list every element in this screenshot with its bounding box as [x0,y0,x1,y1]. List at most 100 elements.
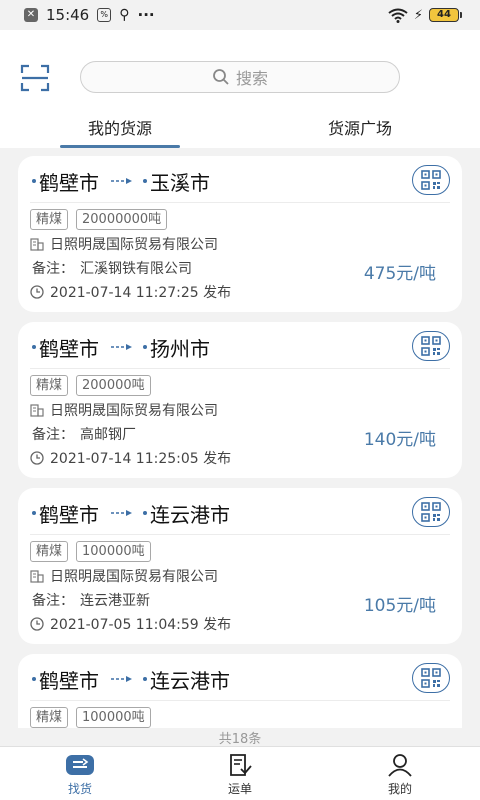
destination-city: 连云港市 [150,502,230,527]
tag-product: 精煤 [30,375,69,396]
note-row: 备注： 高邮钢厂 [32,424,136,444]
note-label: 备注： [32,593,74,609]
clock-icon [30,451,44,465]
truck-icon [66,755,94,775]
goods-list[interactable]: 鹤壁市 玉溪市 精煤 20000000吨 日照明晟国际贸易有限公司 备注： 汇溪… [0,148,480,728]
origin-dot [32,345,36,349]
nav-profile-label: 我的 [387,782,412,796]
qr-code-icon [421,502,441,522]
note-label: 备注： [32,427,74,443]
battery-level: 44 [429,8,459,22]
profile-icon [388,754,412,777]
origin-city: 鹤壁市 [39,668,99,693]
destination-city: 连云港市 [150,668,230,693]
charging-icon: ⚡ [413,7,423,23]
scan-button[interactable] [20,64,50,92]
origin-city: 鹤壁市 [39,170,99,195]
tag-product: 精煤 [30,541,69,562]
more-notifications-icon: ··· [137,6,155,24]
tag-product: 精煤 [30,707,69,728]
route: 鹤壁市 连云港市 [32,666,230,693]
origin-city: 鹤壁市 [39,502,99,527]
destination-city: 扬州市 [150,336,210,361]
divider [30,534,450,535]
goods-card[interactable]: 鹤壁市 连云港市 精煤 100000吨 日照明晟国际贸易有限公司 备注： 连云港… [18,488,462,644]
note-text: 高邮钢厂 [80,427,136,443]
qr-code-button[interactable] [412,497,450,527]
nav-find-goods[interactable]: 找货 [0,747,160,800]
destination-dot [143,677,147,681]
tags: 精煤 200000吨 [30,375,151,396]
destination-dot [143,511,147,515]
scan-icon [20,64,50,92]
tab-my-goods[interactable]: 我的货源 [0,106,240,148]
building-icon [30,238,44,251]
status-bar: ✕ 15:46 % ⚲ ··· ⚡ 44 [0,0,480,30]
tag-quantity: 20000000吨 [76,209,168,230]
bottom-nav: 找货 运单 我的 [0,746,480,800]
destination-dot [143,179,147,183]
qr-code-icon [421,668,441,688]
tags: 精煤 20000000吨 [30,209,168,230]
publish-time: 2021-07-05 11:04:59 发布 [50,617,232,633]
usb-icon: ⚲ [119,7,130,23]
search-placeholder: 搜索 [235,69,268,88]
nav-profile[interactable]: 我的 [320,747,480,800]
wifi-icon [388,8,408,23]
battery-icon: 44 [429,8,462,22]
route: 鹤壁市 玉溪市 [32,168,210,195]
goods-card[interactable]: 鹤壁市 扬州市 精煤 200000吨 日照明晟国际贸易有限公司 备注： 高邮钢厂… [18,322,462,478]
company-name: 日照明晟国际贸易有限公司 [50,569,218,585]
destination-city: 玉溪市 [150,170,210,195]
route-arrow-icon [111,177,133,185]
notification-x-icon: ✕ [24,8,38,22]
tab-goods-square[interactable]: 货源广场 [240,106,480,148]
company-row: 日照明晟国际贸易有限公司 [30,566,218,586]
clock-icon [30,285,44,299]
origin-dot [32,179,36,183]
price: 140元/吨 [363,430,436,450]
publish-time: 2021-07-14 11:27:25 发布 [50,285,232,301]
building-icon [30,404,44,417]
divider [30,368,450,369]
tags: 精煤 100000吨 [30,541,151,562]
clock-icon [30,617,44,631]
time-row: 2021-07-14 11:27:25 发布 [30,282,231,302]
divider [30,700,450,701]
total-count: 共18条 [0,728,480,747]
origin-dot [32,677,36,681]
qr-code-icon [421,170,441,190]
note-row: 备注： 汇溪钢铁有限公司 [32,258,192,278]
company-name: 日照明晟国际贸易有限公司 [50,237,218,253]
qr-code-button[interactable] [412,331,450,361]
qr-code-icon [421,336,441,356]
company-row: 日照明晟国际贸易有限公司 [30,234,218,254]
qr-code-button[interactable] [412,663,450,693]
building-icon [30,570,44,583]
goods-card[interactable]: 鹤壁市 玉溪市 精煤 20000000吨 日照明晟国际贸易有限公司 备注： 汇溪… [18,156,462,312]
nav-find-goods-label: 找货 [67,782,92,796]
origin-dot [32,511,36,515]
time-row: 2021-07-14 11:25:05 发布 [30,448,231,468]
tags: 精煤 100000吨 [30,707,151,728]
tag-quantity: 100000吨 [76,707,151,728]
publish-time: 2021-07-14 11:25:05 发布 [50,451,232,467]
company-name: 日照明晟国际贸易有限公司 [50,403,218,419]
goods-card[interactable]: 鹤壁市 连云港市 精煤 100000吨 [18,654,462,728]
tab-bar: 我的货源 货源广场 [0,106,480,148]
route-arrow-icon [111,509,133,517]
qr-code-button[interactable] [412,165,450,195]
header: 搜索 我的货源 货源广场 [0,30,480,148]
search-input[interactable]: 搜索 [80,61,400,93]
divider [30,202,450,203]
tag-quantity: 200000吨 [76,375,151,396]
note-text: 汇溪钢铁有限公司 [80,261,192,277]
waybill-icon [230,754,252,776]
nav-waybill[interactable]: 运单 [160,747,320,800]
search-icon [213,69,229,85]
company-row: 日照明晟国际贸易有限公司 [30,400,218,420]
note-label: 备注： [32,261,74,277]
route-arrow-icon [111,343,133,351]
route: 鹤壁市 连云港市 [32,500,230,527]
destination-dot [143,345,147,349]
